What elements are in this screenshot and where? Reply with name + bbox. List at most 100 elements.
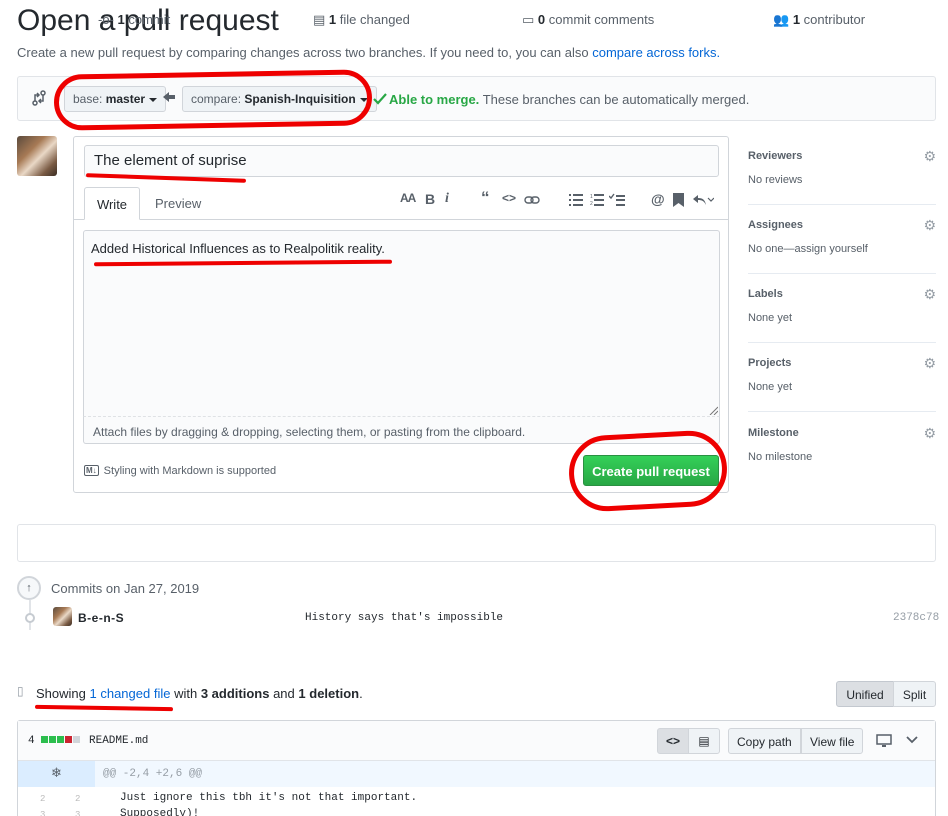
file-change-count: 4 xyxy=(28,735,35,747)
contributors-count: 1 xyxy=(792,12,801,27)
resize-handle-icon[interactable] xyxy=(709,406,718,415)
commit-message[interactable]: History says that's impossible xyxy=(305,612,503,624)
text-size-icon[interactable]: AA xyxy=(400,191,416,205)
quote-icon[interactable]: “ xyxy=(481,188,490,208)
old-line-number[interactable]: 3 xyxy=(40,810,45,816)
sidebar-value: No one—assign yourself xyxy=(748,243,868,255)
svg-text:1: 1 xyxy=(590,194,593,200)
sidebar-item-labels[interactable]: Labels None yet ⚙ xyxy=(748,274,936,343)
sidebar-value: None yet xyxy=(748,312,793,324)
code-line: Supposedly)! xyxy=(120,808,200,816)
annotation-circle xyxy=(567,428,729,514)
files-stat[interactable]: ▤ 1 file changed xyxy=(313,12,410,28)
gear-icon[interactable]: ⚙ xyxy=(923,148,936,165)
bulleted-list-icon[interactable] xyxy=(569,193,583,206)
bookmark-icon[interactable] xyxy=(673,193,684,207)
code-icon[interactable]: <> xyxy=(502,191,516,205)
commits-stat[interactable]: -o- 1 commit xyxy=(98,12,170,27)
new-line-number[interactable]: 3 xyxy=(75,810,80,816)
link-icon[interactable] xyxy=(524,194,540,206)
commits-date-heading: Commits on Jan 27, 2019 xyxy=(51,581,200,596)
italic-icon[interactable]: i xyxy=(445,191,449,207)
gear-icon[interactable]: ⚙ xyxy=(923,286,936,303)
code-line: Just ignore this tbh it's not that impor… xyxy=(120,792,418,804)
sidebar-title: Projects xyxy=(748,357,792,369)
subtitle-text: Create a new pull request by comparing c… xyxy=(17,45,589,60)
gear-icon[interactable]: ⚙ xyxy=(923,425,936,442)
commit-icon: -o- xyxy=(98,12,114,27)
comments-label: commit comments xyxy=(548,12,655,27)
tab-write[interactable]: Write xyxy=(84,187,140,220)
additions-count: 3 additions xyxy=(200,686,270,701)
sidebar-item-projects[interactable]: Projects None yet ⚙ xyxy=(748,343,936,412)
sidebar-title: Milestone xyxy=(748,427,799,439)
contributors-stat[interactable]: 👥 1 contributor xyxy=(773,12,865,28)
diffstat-add-block xyxy=(41,736,48,743)
markdown-note[interactable]: M↓ Styling with Markdown is supported xyxy=(84,465,276,477)
summary-with: with xyxy=(174,686,198,701)
sidebar-item-assignees[interactable]: Assignees No one—assign yourself ⚙ xyxy=(748,205,936,274)
task-list-icon[interactable] xyxy=(609,193,625,206)
merge-status-detail: These branches can be automatically merg… xyxy=(482,92,750,107)
sidebar-title: Assignees xyxy=(748,219,804,231)
markdown-icon: M↓ xyxy=(84,465,99,476)
merge-status-label: Able to merge. xyxy=(389,92,480,107)
sidebar-item-reviewers[interactable]: Reviewers No reviews ⚙ xyxy=(748,136,936,205)
gear-icon[interactable]: ⚙ xyxy=(923,217,936,234)
people-icon: 👥 xyxy=(773,12,790,27)
file-icon: ▯ xyxy=(17,684,24,698)
old-line-number[interactable]: 2 xyxy=(40,794,45,804)
deletions-count: 1 deletion xyxy=(298,686,360,701)
sidebar-value: None yet xyxy=(748,381,793,393)
showing-prefix: Showing xyxy=(36,686,86,701)
gear-icon[interactable]: ⚙ xyxy=(923,355,936,372)
annotation-circle xyxy=(53,69,373,131)
diffstat-add-block xyxy=(49,736,56,743)
source-diff-icon[interactable]: <> xyxy=(657,728,689,754)
contributors-label: contributor xyxy=(803,12,866,27)
avatar[interactable] xyxy=(17,136,57,176)
bold-icon[interactable]: B xyxy=(425,191,435,207)
commits-label: commit xyxy=(128,12,171,27)
chevron-down-icon[interactable] xyxy=(906,736,918,744)
check-icon xyxy=(373,93,387,105)
body-textarea[interactable]: Added Historical Influences as to Realpo… xyxy=(83,230,720,416)
sidebar-value: No reviews xyxy=(748,174,803,186)
new-line-number[interactable]: 2 xyxy=(75,794,80,804)
mention-icon[interactable]: @ xyxy=(651,191,665,207)
changed-files-link[interactable]: 1 changed file xyxy=(90,686,171,701)
expand-icon[interactable]: ❄ xyxy=(18,761,95,787)
markdown-note-label: Styling with Markdown is supported xyxy=(103,465,277,477)
comments-count: 0 xyxy=(537,12,546,27)
diffstat-add-block xyxy=(57,736,64,743)
file-name[interactable]: README.md xyxy=(89,735,148,747)
sidebar-value: No milestone xyxy=(748,451,813,463)
sidebar-item-milestone[interactable]: Milestone No milestone ⚙ xyxy=(748,413,936,482)
summary-and: and xyxy=(273,686,295,701)
commit-sha[interactable]: 2378c78 xyxy=(893,612,939,624)
compare-across-forks-link[interactable]: compare across forks. xyxy=(592,45,720,60)
diffstat-neutral-block xyxy=(73,736,80,743)
rich-diff-icon[interactable]: ▤ xyxy=(688,728,720,754)
split-view-button[interactable]: Split xyxy=(893,681,936,707)
sidebar-title: Reviewers xyxy=(748,150,803,162)
tab-preview[interactable]: Preview xyxy=(155,196,201,211)
comment-icon: ▭ xyxy=(522,12,535,27)
sidebar-title: Labels xyxy=(748,288,783,300)
view-file-button[interactable]: View file xyxy=(801,728,864,754)
commit-author[interactable]: B-e-n-S xyxy=(78,611,124,625)
hunk-header: @@ -2,4 +2,6 @@ xyxy=(103,768,203,780)
numbered-list-icon[interactable]: 1 2 xyxy=(590,193,604,206)
desktop-icon[interactable] xyxy=(876,734,892,748)
title-input[interactable]: The element of suprise xyxy=(84,145,719,177)
commits-count: 1 xyxy=(117,12,125,27)
diffstat-delete-block xyxy=(65,736,72,743)
commit-author-avatar[interactable] xyxy=(53,607,72,626)
tabs-divider xyxy=(74,219,728,220)
diff-summary: Showing 1 changed file with 3 additions … xyxy=(36,686,363,701)
unified-view-button[interactable]: Unified xyxy=(836,681,894,707)
copy-path-button[interactable]: Copy path xyxy=(728,728,801,754)
reply-icon[interactable] xyxy=(692,194,714,206)
comments-stat[interactable]: ▭ 0 commit comments xyxy=(522,12,654,28)
page-subtitle: Create a new pull request by comparing c… xyxy=(17,45,720,60)
